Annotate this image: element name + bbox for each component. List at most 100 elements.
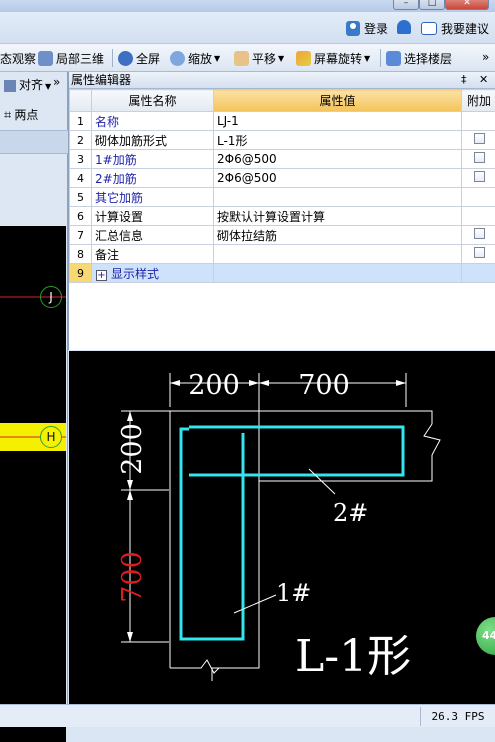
property-row[interactable]: 7汇总信息砌体拉结筋 bbox=[70, 226, 495, 245]
pin-icon[interactable]: ‡ bbox=[461, 72, 467, 88]
local-3d-label: 局部三维 bbox=[56, 50, 104, 67]
property-value[interactable] bbox=[214, 188, 462, 207]
bell-icon bbox=[397, 20, 411, 34]
row-number: 6 bbox=[70, 207, 92, 226]
dim-arrow bbox=[259, 380, 269, 386]
fullscreen-label: 全屏 bbox=[136, 50, 160, 67]
property-row[interactable]: 5其它加筋 bbox=[70, 188, 495, 207]
property-row[interactable]: 9+显示样式 bbox=[70, 264, 495, 283]
extra-cell bbox=[462, 112, 495, 131]
expand-icon[interactable]: + bbox=[96, 270, 107, 281]
axis-label-h: H bbox=[40, 426, 62, 448]
dim-arrow bbox=[127, 490, 133, 500]
row-number: 4 bbox=[70, 169, 92, 188]
property-name: 汇总信息 bbox=[92, 226, 214, 245]
row-number: 2 bbox=[70, 131, 92, 150]
pan-button[interactable]: 平移 ▼ bbox=[234, 50, 284, 67]
close-icon[interactable]: ✕ bbox=[479, 72, 488, 88]
rotate-screen-button[interactable]: 屏幕旋转 ▼ bbox=[296, 50, 370, 67]
property-value[interactable]: 砌体拉结筋 bbox=[214, 226, 462, 245]
dynamic-view-label: 态观察 bbox=[0, 50, 36, 67]
property-name-label: 显示样式 bbox=[111, 267, 159, 281]
login-button[interactable]: 登录 bbox=[346, 20, 388, 37]
row-number: 8 bbox=[70, 245, 92, 264]
dim-text-left-top: 200 bbox=[117, 423, 148, 475]
left-panel: 对齐▼ » ⌗两点 J H » bbox=[0, 72, 68, 727]
property-name: 砌体加筋形式 bbox=[92, 131, 214, 150]
property-value[interactable] bbox=[214, 264, 462, 283]
minimize-button[interactable]: – bbox=[393, 0, 419, 10]
maximize-button[interactable]: □ bbox=[419, 0, 445, 10]
property-row[interactable]: 6计算设置按默认计算设置计算 bbox=[70, 207, 495, 226]
toolbar-overflow-button[interactable]: » bbox=[482, 50, 489, 64]
header-value: 属性值 bbox=[214, 90, 462, 112]
dynamic-view-button[interactable]: 态观察 bbox=[0, 50, 36, 67]
dim-arrow bbox=[396, 380, 406, 386]
extra-cell bbox=[462, 264, 495, 283]
property-value[interactable]: 按默认计算设置计算 bbox=[214, 207, 462, 226]
close-window-button[interactable]: ✕ bbox=[445, 0, 489, 10]
view-toolbar: 态观察 局部三维 全屏 缩放 ▼ 平移 ▼ 屏幕旋转 ▼ 选择楼层 » bbox=[0, 44, 495, 72]
notification-button[interactable] bbox=[397, 20, 417, 34]
property-row[interactable]: 31#加筋2Φ6@500 bbox=[70, 150, 495, 169]
property-value[interactable] bbox=[214, 245, 462, 264]
two-points-button[interactable]: ⌗两点 bbox=[4, 106, 72, 123]
user-icon bbox=[346, 21, 360, 36]
rebar-diagram-svg: 200 700 200 700 2# 1# L-1形 bbox=[69, 351, 495, 704]
row-number: 7 bbox=[70, 226, 92, 245]
suggest-button[interactable]: 我要建议 bbox=[421, 20, 489, 37]
property-value[interactable]: LJ-1 bbox=[214, 112, 462, 131]
left-overflow-button[interactable]: » bbox=[53, 75, 67, 89]
property-name: 其它加筋 bbox=[92, 188, 214, 207]
suggest-label: 我要建议 bbox=[441, 20, 489, 37]
property-value[interactable]: 2Φ6@500 bbox=[214, 169, 462, 188]
extra-cell bbox=[462, 131, 495, 150]
left-panel-strip bbox=[0, 130, 68, 154]
left-overflow-bottom[interactable]: » bbox=[53, 673, 67, 687]
rebar-drawing-canvas[interactable]: 200 700 200 700 2# 1# L-1形 bbox=[69, 351, 495, 704]
property-name: 名称 bbox=[92, 112, 214, 131]
property-row[interactable]: 1名称LJ-1 bbox=[70, 112, 495, 131]
dim-arrow bbox=[127, 411, 133, 421]
rotate-screen-label: 屏幕旋转 bbox=[314, 50, 362, 67]
select-floor-button[interactable]: 选择楼层 bbox=[386, 50, 452, 67]
extra-cell bbox=[462, 245, 495, 264]
break-mark-right bbox=[424, 424, 440, 455]
floors-icon bbox=[386, 51, 401, 66]
hand-icon bbox=[234, 51, 249, 66]
window-title-bar: – □ ✕ bbox=[0, 0, 495, 12]
two-points-label: 两点 bbox=[14, 108, 38, 122]
extra-checkbox[interactable] bbox=[474, 133, 485, 144]
property-editor-title: 属性编辑器 bbox=[71, 73, 131, 87]
badge-count: 44 bbox=[482, 629, 495, 642]
extra-checkbox[interactable] bbox=[474, 171, 485, 182]
property-value[interactable]: L-1形 bbox=[214, 131, 462, 150]
rebar-2[interactable] bbox=[189, 427, 403, 475]
property-row[interactable]: 8备注 bbox=[70, 245, 495, 264]
select-floor-label: 选择楼层 bbox=[404, 50, 452, 67]
align-icon bbox=[4, 80, 16, 92]
property-row[interactable]: 42#加筋2Φ6@500 bbox=[70, 169, 495, 188]
rebar-1[interactable] bbox=[181, 429, 243, 639]
label-rebar-1: 1# bbox=[276, 579, 311, 607]
property-row[interactable]: 2砌体加筋形式L-1形 bbox=[70, 131, 495, 150]
dim-text-top-left: 200 bbox=[188, 370, 240, 401]
fullscreen-button[interactable]: 全屏 bbox=[118, 50, 160, 67]
chevron-down-icon: ▼ bbox=[364, 54, 370, 63]
property-value[interactable]: 2Φ6@500 bbox=[214, 150, 462, 169]
header-name: 属性名称 bbox=[92, 90, 214, 112]
status-bar: 26.3 FPS bbox=[0, 704, 495, 727]
extra-checkbox[interactable] bbox=[474, 152, 485, 163]
property-name: 计算设置 bbox=[92, 207, 214, 226]
property-name: 1#加筋 bbox=[92, 150, 214, 169]
drawing-canvas-left[interactable]: J H bbox=[0, 226, 66, 742]
header-num bbox=[70, 90, 92, 112]
property-editor: 属性编辑器 ‡ ✕ 属性名称 属性值 附加 1名称LJ-12砌体加筋形式L-1形… bbox=[68, 72, 495, 350]
header-extra: 附加 bbox=[462, 90, 495, 112]
local-3d-button[interactable]: 局部三维 bbox=[38, 50, 104, 67]
extra-checkbox[interactable] bbox=[474, 247, 485, 258]
zoom-button[interactable]: 缩放 ▼ bbox=[170, 50, 220, 67]
extra-checkbox[interactable] bbox=[474, 228, 485, 239]
dim-arrow bbox=[249, 380, 259, 386]
chevron-down-icon: ▼ bbox=[214, 54, 220, 63]
